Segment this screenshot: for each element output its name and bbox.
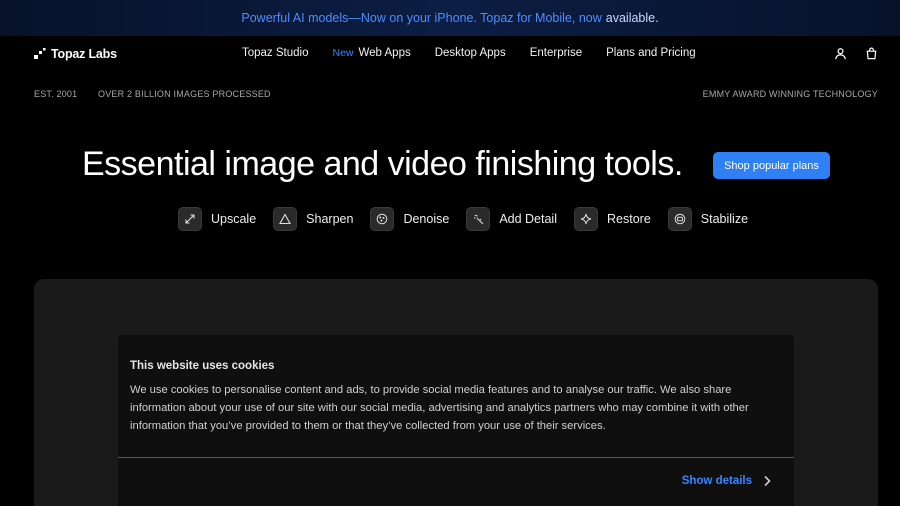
expand-arrows-icon bbox=[178, 207, 202, 231]
bag-icon[interactable] bbox=[865, 47, 878, 60]
triangle-icon bbox=[273, 207, 298, 231]
tool-label: Upscale bbox=[211, 212, 257, 226]
nav-icons bbox=[834, 47, 878, 60]
cookie-title: This website uses cookies bbox=[130, 360, 275, 372]
star-sparkle-icon bbox=[574, 207, 598, 231]
sparkle-wand-icon bbox=[466, 207, 491, 231]
tool-label: Restore bbox=[607, 212, 651, 226]
announcement-strong: available. bbox=[605, 11, 659, 25]
nav-link-enterprise[interactable]: Enterprise bbox=[530, 47, 582, 59]
tool-add-detail[interactable]: Add Detail bbox=[466, 207, 557, 231]
chevron-right-icon bbox=[764, 475, 771, 487]
announcement-bar[interactable]: Powerful AI models—Now on your iPhone. T… bbox=[0, 0, 900, 36]
tool-label: Denoise bbox=[403, 212, 450, 226]
stabilize-icon bbox=[667, 207, 692, 231]
tool-upscale[interactable]: Upscale bbox=[178, 207, 256, 231]
logo-text: Topaz Labs bbox=[51, 47, 117, 61]
new-badge: New bbox=[332, 47, 354, 59]
announcement-text: Powerful AI models—Now on your iPhone. T… bbox=[241, 11, 602, 25]
cookie-divider bbox=[118, 457, 794, 458]
cookie-dialog: This website uses cookies We use cookies… bbox=[118, 335, 794, 506]
tool-denoise[interactable]: Denoise bbox=[370, 207, 449, 231]
meta-established: EST. 2001 bbox=[34, 89, 78, 99]
tool-sharpen[interactable]: Sharpen bbox=[273, 207, 353, 231]
topaz-logo-icon bbox=[34, 48, 46, 59]
noise-circle-icon bbox=[370, 207, 395, 231]
nav-links: Topaz Studio New Web Apps Desktop Apps En… bbox=[242, 47, 696, 59]
shop-plans-button[interactable]: Shop popular plans bbox=[713, 152, 830, 179]
tool-restore[interactable]: Restore bbox=[574, 207, 651, 231]
tool-label: Add Detail bbox=[499, 212, 557, 226]
hero-title: Essential image and video finishing tool… bbox=[82, 145, 683, 183]
nav-link-topaz-studio[interactable]: Topaz Studio bbox=[242, 47, 309, 59]
tool-list: Upscale Sharpen Denoise Add Detail Resto… bbox=[178, 207, 765, 231]
logo[interactable]: Topaz Labs bbox=[34, 47, 117, 61]
show-details-label: Show details bbox=[681, 475, 752, 487]
nav-link-desktop-apps[interactable]: Desktop Apps bbox=[435, 47, 506, 59]
tool-label: Stabilize bbox=[700, 212, 749, 226]
tool-stabilize[interactable]: Stabilize bbox=[667, 207, 749, 231]
show-details-button[interactable]: Show details bbox=[682, 475, 772, 487]
tool-label: Sharpen bbox=[306, 212, 354, 226]
top-nav: Topaz Labs Topaz Studio New Web Apps Desk… bbox=[0, 36, 900, 74]
nav-link-web-apps-label: Web Apps bbox=[358, 47, 411, 59]
meta-emmy-award: EMMY AWARD WINNING TECHNOLOGY bbox=[702, 89, 878, 99]
cookie-body: We use cookies to personalise content an… bbox=[130, 384, 749, 432]
nav-link-plans-pricing[interactable]: Plans and Pricing bbox=[606, 47, 696, 59]
meta-images-processed: OVER 2 BILLION IMAGES PROCESSED bbox=[98, 89, 271, 99]
user-icon[interactable] bbox=[834, 47, 847, 60]
nav-link-web-apps[interactable]: New Web Apps bbox=[333, 47, 411, 59]
